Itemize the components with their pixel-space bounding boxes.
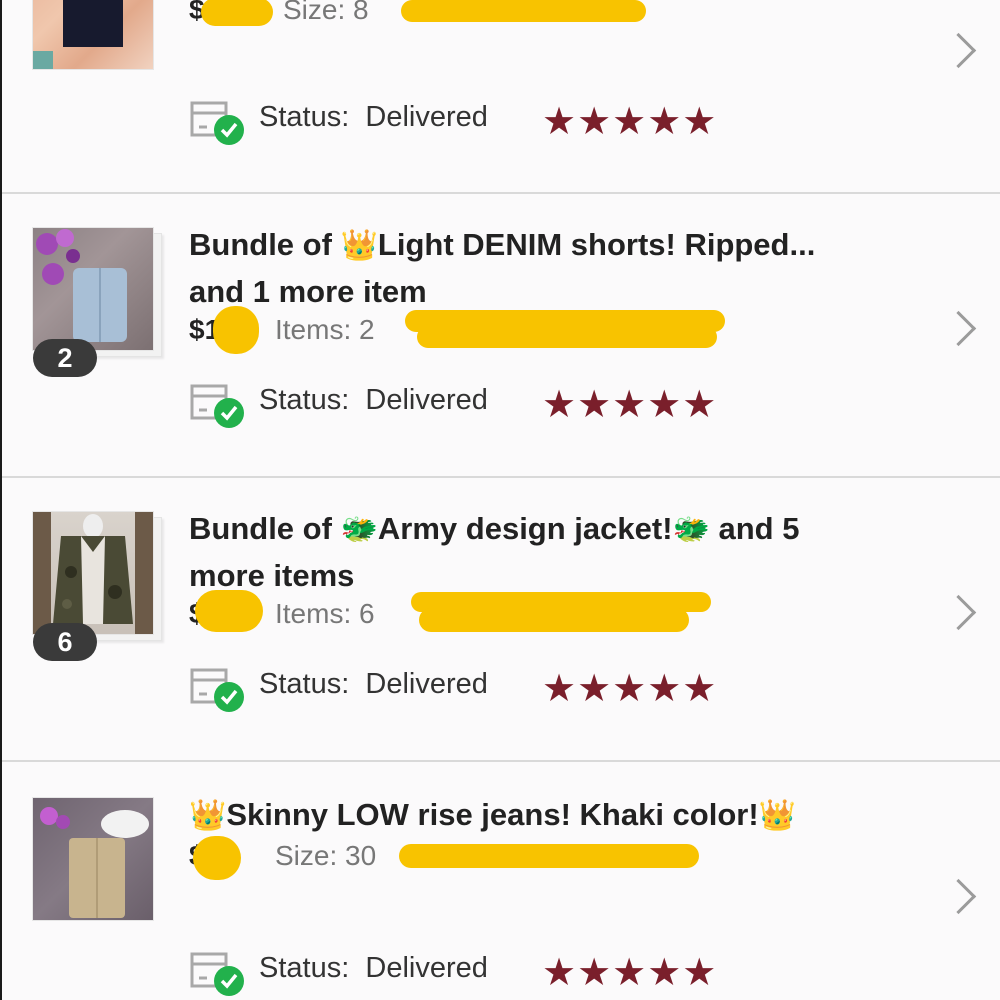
order-title: Bundle of 🐲Army design jacket!🐲 and 5 mo… [189, 511, 800, 593]
dragon-icon: 🐲 [340, 513, 378, 546]
order-card[interactable]: 6 Bundle of 🐲Army design jacket!🐲 and 5 … [2, 478, 1000, 760]
order-title: 👑Skinny LOW rise jeans! Khaki color!👑 [189, 797, 797, 832]
rating-stars: ★★★★★ [542, 668, 718, 710]
status-value: Delivered [365, 952, 488, 984]
item-count-badge: 2 [33, 339, 97, 377]
item-thumbnail [32, 797, 154, 921]
order-title: Bundle of 👑Light DENIM shorts! Ripped...… [189, 227, 816, 309]
redaction-mark [195, 590, 263, 632]
order-status: Status: Delivered [259, 384, 488, 416]
item-thumbnail [32, 227, 162, 357]
order-size: Size: 8 [283, 0, 369, 25]
rating-stars: ★★★★★ [542, 384, 718, 426]
package-delivered-icon [190, 668, 244, 712]
order-card[interactable]: 👑Skinny LOW rise jeans! Khaki color!👑 $ … [2, 762, 1000, 1000]
item-thumbnail [32, 511, 162, 641]
thumbnail-image [32, 797, 154, 921]
crown-icon: 👑 [189, 799, 227, 832]
order-size: Size: 30 [275, 840, 377, 871]
order-status: Status: Delivered [259, 668, 488, 700]
redaction-mark [401, 0, 646, 22]
chevron-right-icon[interactable] [940, 594, 977, 631]
item-count-badge: 6 [33, 623, 97, 661]
rating-stars: ★★★★★ [542, 952, 718, 994]
status-value: Delivered [365, 668, 488, 700]
redaction-mark [419, 608, 689, 632]
order-status: Status: Delivered [259, 101, 488, 133]
package-delivered-icon [190, 101, 244, 145]
status-value: Delivered [365, 101, 488, 133]
thumbnail-image [32, 511, 154, 635]
redaction-mark [201, 0, 273, 26]
redaction-mark [213, 306, 259, 354]
rating-stars: ★★★★★ [542, 101, 718, 143]
chevron-right-icon[interactable] [940, 32, 977, 69]
order-card[interactable]: 2 Bundle of 👑Light DENIM shorts! Ripped.… [2, 194, 1000, 476]
chevron-right-icon[interactable] [940, 878, 977, 915]
order-items: Items: 6 [275, 598, 375, 629]
thumbnail-image [32, 227, 154, 351]
order-card[interactable]: $ Size: 8 Status: Delivered ★★★★★ [2, 0, 1000, 192]
order-list: $ Size: 8 Status: Delivered ★★★★★ 2 Bund… [0, 0, 1000, 1000]
dragon-icon: 🐲 [672, 513, 710, 546]
item-thumbnail [32, 0, 154, 82]
package-delivered-icon [190, 384, 244, 428]
order-items: Items: 2 [275, 314, 375, 345]
chevron-right-icon[interactable] [940, 310, 977, 347]
redaction-mark [399, 844, 699, 868]
crown-icon: 👑 [340, 229, 378, 262]
thumbnail-image [32, 0, 154, 70]
redaction-mark [417, 326, 717, 348]
package-delivered-icon [190, 952, 244, 996]
order-status: Status: Delivered [259, 952, 488, 984]
redaction-mark [193, 836, 241, 880]
crown-icon: 👑 [758, 799, 797, 832]
status-value: Delivered [365, 384, 488, 416]
